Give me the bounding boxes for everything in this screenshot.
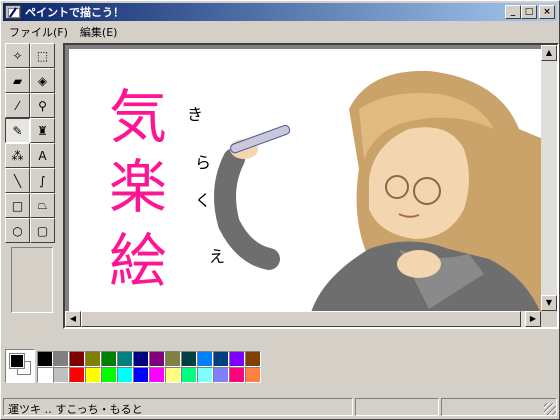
scroll-right-button[interactable]: ▶ [525, 311, 541, 327]
scroll-down-button[interactable]: ▼ [541, 295, 557, 311]
furigana-ra: ら [195, 153, 212, 172]
calligraphy-char-2: 楽 [109, 153, 167, 221]
scroll-up-button[interactable]: ▲ [541, 45, 557, 61]
palette-swatch[interactable] [85, 351, 101, 367]
palette-swatch[interactable] [37, 367, 53, 383]
title-bar[interactable]: ペイントで描こう！ _ □ × [3, 3, 557, 21]
current-colors[interactable] [5, 349, 35, 383]
curve-icon[interactable]: ∫ [30, 168, 55, 193]
palette-swatches [37, 351, 261, 383]
menu-file[interactable]: ファイル(F) [3, 24, 74, 40]
tool-grid: ✧ ⬚ ▰ ◈ ⁄ ⚲ ✎ ♜ ⁂ A ╲ ∫ □ ⏢ ○ ▢ [5, 43, 59, 243]
paint-window: ペイントで描こう！ _ □ × ファイル(F) 編集(E) ✧ ⬚ ▰ ◈ ⁄ ⚲ ✎ ♜ ⁂ A… [0, 0, 560, 420]
palette-swatch[interactable] [165, 367, 181, 383]
palette-swatch[interactable] [53, 351, 69, 367]
palette-swatch[interactable] [229, 351, 245, 367]
status-cell-coords [355, 398, 439, 416]
palette-swatch[interactable] [245, 367, 261, 383]
palette-swatch[interactable] [149, 367, 165, 383]
palette-swatch[interactable] [165, 351, 181, 367]
palette-swatch[interactable] [197, 367, 213, 383]
magnifier-icon[interactable]: ⚲ [30, 93, 55, 118]
polygon-icon[interactable]: ⏢ [30, 193, 55, 218]
drawing-canvas[interactable]: 気 楽 絵 き ら く え [69, 49, 543, 320]
scroll-left-button[interactable]: ◀ [65, 311, 81, 327]
text-icon[interactable]: A [30, 143, 55, 168]
horizontal-scroll-thumb[interactable] [81, 311, 521, 327]
canvas-artwork: 気 楽 絵 [109, 70, 543, 320]
horizontal-scrollbar[interactable]: ◀ ▶ [65, 311, 541, 327]
marker-pen [230, 124, 291, 154]
ellipse-icon[interactable]: ○ [5, 218, 30, 243]
palette-swatch[interactable] [37, 351, 53, 367]
palette-swatch[interactable] [101, 367, 117, 383]
rect-select-icon[interactable]: ⬚ [30, 43, 55, 68]
chin-hand [397, 250, 441, 278]
furigana-ki: き [187, 105, 204, 124]
paint-app-icon[interactable] [5, 5, 21, 19]
palette-swatch[interactable] [69, 351, 85, 367]
maximize-button[interactable]: □ [521, 5, 537, 19]
palette-swatch[interactable] [117, 367, 133, 383]
palette-swatch[interactable] [245, 351, 261, 367]
palette-swatch[interactable] [69, 367, 85, 383]
window-controls: _ □ × [505, 5, 555, 19]
tool-options-panel[interactable] [11, 247, 53, 313]
palette-swatch[interactable] [213, 351, 229, 367]
palette-swatch[interactable] [101, 351, 117, 367]
palette-swatch[interactable] [181, 367, 197, 383]
canvas-viewport[interactable]: 気 楽 絵 き ら く え ▲ ▼ ◀ ▶ [63, 43, 559, 329]
fill-bucket-icon[interactable]: ◈ [30, 68, 55, 93]
palette-swatch[interactable] [133, 367, 149, 383]
status-bar: 運ツキ ‥ すこっち・もると [3, 398, 557, 418]
airbrush-icon[interactable]: ⁂ [5, 143, 30, 168]
rounded-rect-icon[interactable]: ▢ [30, 218, 55, 243]
menu-edit[interactable]: 編集(E) [74, 24, 124, 40]
furigana-e: え [209, 247, 226, 266]
status-cell-size [441, 398, 557, 416]
color-palette-bar [5, 349, 557, 389]
palette-swatch[interactable] [133, 351, 149, 367]
menu-bar: ファイル(F) 編集(E) [3, 23, 123, 41]
vertical-scrollbar[interactable]: ▲ ▼ [541, 45, 557, 311]
palette-swatch[interactable] [149, 351, 165, 367]
arm-shape [214, 148, 280, 270]
window-title: ペイントで描こう！ [25, 6, 124, 19]
palette-swatch[interactable] [85, 367, 101, 383]
palette-swatch[interactable] [229, 367, 245, 383]
pencil-icon[interactable]: ✎ [5, 118, 30, 143]
minimize-button[interactable]: _ [505, 5, 521, 19]
brush-icon[interactable]: ♜ [30, 118, 55, 143]
toolbox: ✧ ⬚ ▰ ◈ ⁄ ⚲ ✎ ♜ ⁂ A ╲ ∫ □ ⏢ ○ ▢ [5, 43, 59, 315]
rectangle-icon[interactable]: □ [5, 193, 30, 218]
color-picker-icon[interactable]: ⁄ [5, 93, 30, 118]
palette-swatch[interactable] [213, 367, 229, 383]
foreground-color-swatch[interactable] [9, 353, 25, 369]
close-button[interactable]: × [539, 5, 555, 19]
furigana-ku: く [195, 191, 212, 210]
calligraphy-char-3: 絵 [109, 227, 167, 295]
calligraphy-char-1: 気 [109, 83, 167, 151]
palette-swatch[interactable] [197, 351, 213, 367]
eraser-icon[interactable]: ▰ [5, 68, 30, 93]
line-icon[interactable]: ╲ [5, 168, 30, 193]
free-select-icon[interactable]: ✧ [5, 43, 30, 68]
palette-swatch[interactable] [117, 351, 133, 367]
palette-swatch[interactable] [181, 351, 197, 367]
resize-grip-icon[interactable] [544, 403, 556, 415]
scroll-corner [541, 311, 557, 327]
palette-swatch[interactable] [53, 367, 69, 383]
status-text: 運ツキ ‥ すこっち・もると [3, 398, 353, 416]
